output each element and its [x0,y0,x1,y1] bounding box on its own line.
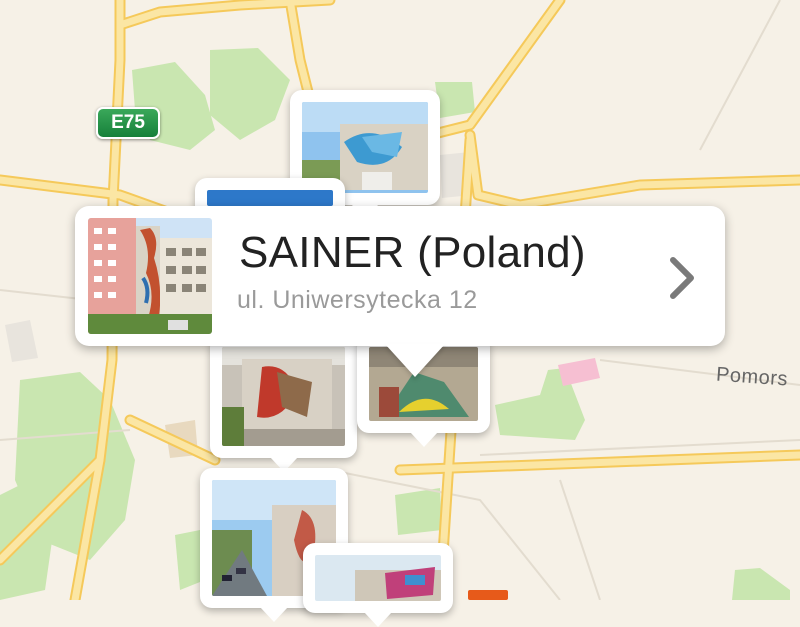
mural-photo [207,190,333,206]
mural-photo [315,555,441,601]
orange-marker [468,590,508,600]
location-callout[interactable]: SAINER (Poland) ul. Uniwersytecka 12 [75,206,725,346]
chevron-right-icon[interactable] [667,254,699,302]
mural-pin-left[interactable] [210,335,357,472]
mural-pin-bottom-right[interactable] [303,543,453,627]
mural-address: ul. Uniwersytecka 12 [237,286,478,314]
sainer-mural-thumbnail[interactable] [88,218,212,334]
e75-route-badge: E75 [96,107,160,139]
mural-photo [222,347,345,446]
mural-title: SAINER (Poland) [239,228,586,277]
street-label: Pomors [715,363,789,391]
callout-pointer [385,344,445,377]
